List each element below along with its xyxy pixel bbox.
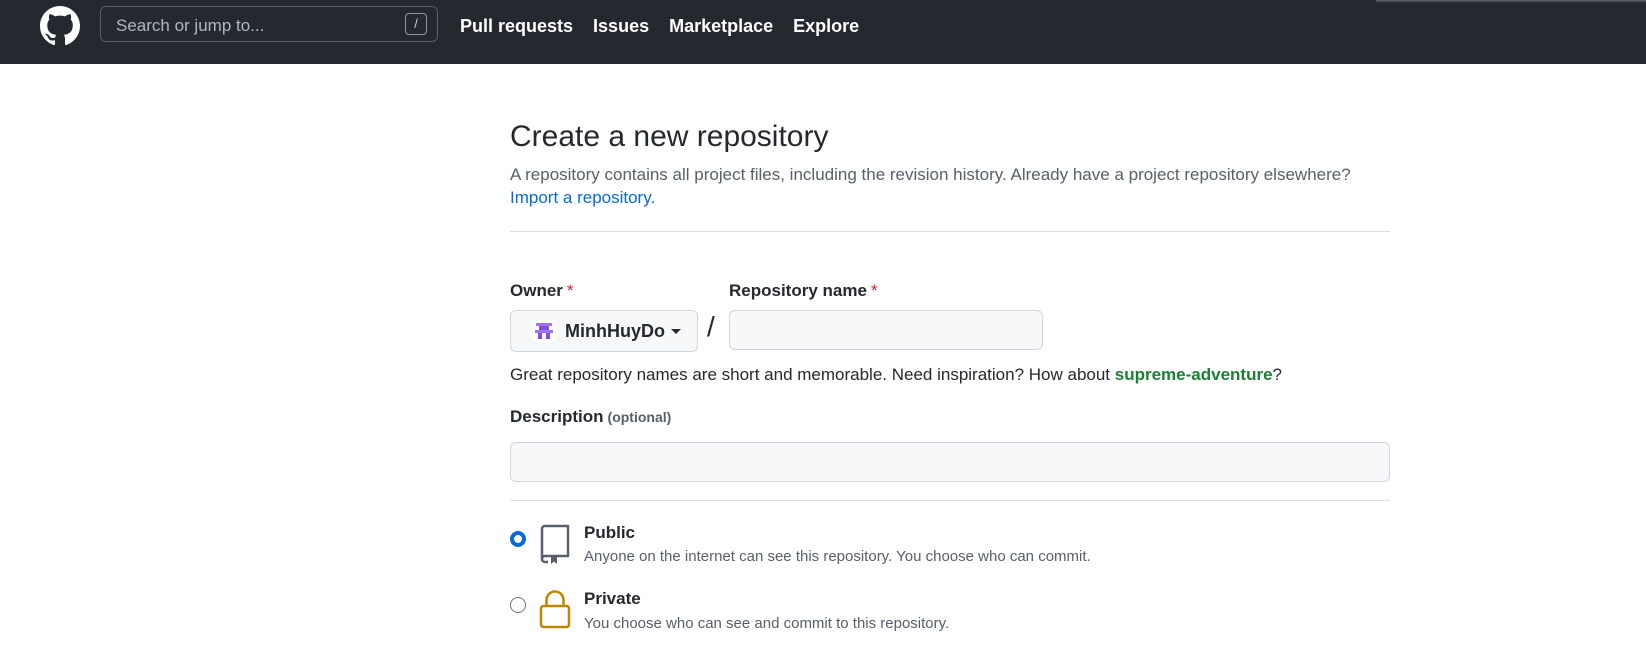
divider (510, 500, 1390, 501)
divider (510, 231, 1390, 232)
chevron-down-icon (670, 328, 681, 334)
owner-dropdown[interactable]: MinhHuyDo (510, 310, 698, 352)
repository-name-input[interactable] (729, 310, 1043, 350)
owner-repo-separator: / (707, 311, 715, 342)
private-title: Private (584, 589, 641, 608)
nav-issues[interactable]: Issues (593, 16, 649, 37)
owner-label: Owner * (510, 281, 574, 301)
private-radio[interactable] (510, 597, 526, 613)
repo-name-hint: Great repository names are short and mem… (510, 365, 1282, 385)
description-label-text: Description (510, 407, 604, 426)
hint-suffix: ? (1272, 365, 1283, 384)
nav-explore[interactable]: Explore (793, 16, 859, 37)
public-radio[interactable] (510, 531, 526, 547)
required-mark: * (566, 281, 574, 300)
search-input[interactable]: Search or jump to... / (100, 6, 438, 42)
description-input[interactable] (510, 442, 1390, 482)
owner-name: MinhHuyDo (565, 320, 665, 341)
repo-name-label-text: Repository name (729, 281, 867, 300)
top-header: Search or jump to... / Pull requests Iss… (0, 0, 1646, 64)
nav-pull-requests[interactable]: Pull requests (460, 16, 573, 37)
lock-icon (539, 590, 571, 629)
import-repository-link[interactable]: Import a repository. (510, 188, 655, 208)
public-title: Public (584, 523, 636, 542)
owner-label-text: Owner (510, 281, 563, 300)
page-subtitle: A repository contains all project files,… (510, 165, 1351, 184)
search-placeholder: Search or jump to... (116, 16, 265, 35)
search-shortcut-key: / (405, 13, 427, 35)
description-label: Description (optional) (510, 407, 671, 427)
nav-marketplace[interactable]: Marketplace (669, 16, 773, 37)
private-description: You choose who can see and commit to thi… (584, 615, 950, 632)
repo-name-label: Repository name * (729, 281, 878, 301)
header-shadow (1376, 0, 1646, 3)
header-nav: Pull requests Issues Marketplace Explore (460, 16, 859, 37)
hint-text: Great repository names are short and mem… (510, 365, 1115, 384)
page-title: Create a new repository (510, 120, 829, 153)
suggested-name[interactable]: supreme-adventure (1115, 365, 1273, 384)
avatar (533, 320, 555, 342)
public-description: Anyone on the internet can see this repo… (584, 548, 1091, 565)
optional-tag: (optional) (607, 409, 672, 425)
repo-icon (540, 524, 570, 564)
github-logo-icon[interactable] (40, 6, 80, 46)
required-mark: * (870, 281, 878, 300)
